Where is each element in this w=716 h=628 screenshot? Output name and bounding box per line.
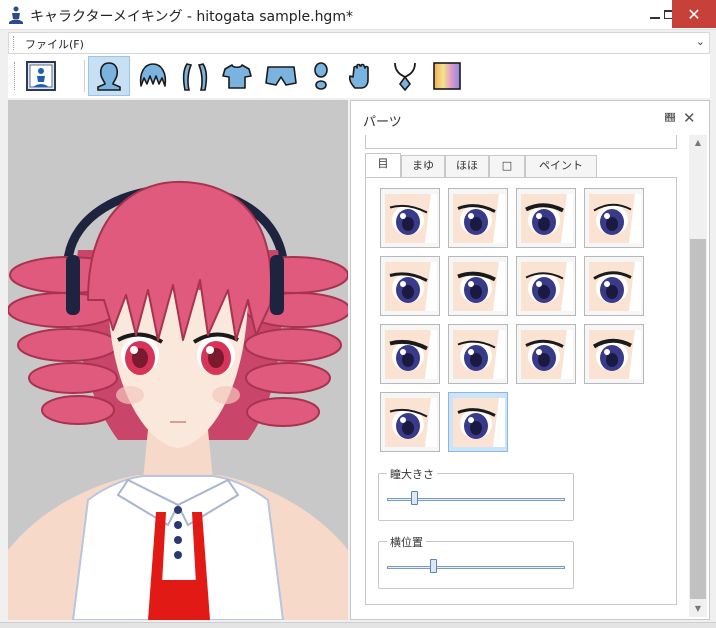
- pupil-size-thumb[interactable]: [410, 491, 418, 505]
- shirt-button[interactable]: [216, 56, 258, 96]
- tab-cheeks[interactable]: ほほ: [445, 155, 489, 177]
- eye-preview-icon: [521, 330, 573, 379]
- eye-preview-icon: [385, 194, 437, 243]
- eye-preview-icon: [521, 262, 573, 311]
- toolbar-grip: [14, 62, 17, 90]
- eye-variant-tile[interactable]: [448, 256, 508, 316]
- chevron-down-icon[interactable]: ⌄: [696, 35, 705, 48]
- parts-panel: パーツ 𝍘 ✕ 目 まゆ ほほ □ ペイント 瞳大きさ 横位置 ▲ ▼: [350, 100, 710, 620]
- app-icon: [9, 6, 23, 24]
- scroll-down-arrow-icon[interactable]: ▼: [689, 601, 707, 617]
- eye-preview-icon: [589, 262, 641, 311]
- eye-preview-icon: [453, 194, 505, 243]
- title-bar: キャラクターメイキング - hitogata sample.hgm* ✕: [0, 0, 716, 30]
- eye-preview-icon: [589, 330, 641, 379]
- pin-icon[interactable]: 𝍘: [665, 113, 675, 124]
- shoes-button[interactable]: [300, 56, 342, 96]
- horizontal-position-track[interactable]: [387, 566, 565, 569]
- eye-variant-tile[interactable]: [516, 256, 576, 316]
- eye-variant-tile[interactable]: [380, 188, 440, 248]
- hand-icon: [348, 63, 369, 89]
- pupil-size-group: 瞳大きさ: [378, 466, 574, 521]
- color-palette-button[interactable]: [426, 56, 468, 96]
- horizontal-position-label: 横位置: [387, 534, 426, 550]
- pants-icon: [265, 66, 297, 86]
- panel-close-icon[interactable]: ✕: [683, 109, 696, 127]
- character-viewport[interactable]: [8, 100, 348, 620]
- eye-variant-tile[interactable]: [516, 324, 576, 384]
- shirt-icon: [222, 64, 252, 89]
- eye-variant-tile[interactable]: [584, 188, 644, 248]
- window-title: キャラクターメイキング - hitogata sample.hgm*: [30, 9, 353, 25]
- eye-variant-tile[interactable]: [380, 324, 440, 384]
- eye-variant-tile[interactable]: [516, 188, 576, 248]
- menu-bar: ファイル(F) ⌄: [8, 32, 710, 54]
- back-hair-button[interactable]: [174, 56, 216, 96]
- menu-file[interactable]: ファイル(F): [25, 36, 84, 52]
- tab-paint[interactable]: ペイント: [525, 155, 597, 177]
- scroll-thumb[interactable]: [690, 239, 706, 599]
- tab-content-eyes: 瞳大きさ 横位置: [365, 177, 677, 605]
- eye-variant-tile[interactable]: [448, 324, 508, 384]
- status-strip: [0, 622, 716, 628]
- accessory-button[interactable]: [384, 56, 426, 96]
- accessory-icon: [394, 62, 416, 92]
- panel-title: パーツ: [363, 115, 402, 130]
- tab-square[interactable]: □: [489, 155, 525, 177]
- eye-preview-icon: [589, 194, 641, 243]
- eye-preview-icon: [385, 330, 437, 379]
- eye-preview-icon: [453, 398, 505, 447]
- hand-button[interactable]: [340, 56, 382, 96]
- horizontal-position-thumb[interactable]: [430, 559, 438, 573]
- eye-variant-tile[interactable]: [448, 188, 508, 248]
- head-button[interactable]: [88, 56, 130, 96]
- character-info-icon: [26, 61, 56, 91]
- tab-eyebrows[interactable]: まゆ: [401, 155, 445, 177]
- horizontal-position-group: 横位置: [378, 534, 574, 589]
- eye-preview-icon: [453, 330, 505, 379]
- head-icon: [97, 62, 121, 91]
- front-hair-icon: [139, 63, 167, 87]
- pants-button[interactable]: [260, 56, 302, 96]
- eye-preview-icon: [453, 262, 505, 311]
- color-palette-icon: [433, 62, 461, 90]
- toolbar-separator: [84, 60, 85, 92]
- tab-eyes[interactable]: 目: [365, 153, 401, 177]
- eye-variant-tile[interactable]: [448, 392, 508, 452]
- eye-preview-icon: [521, 194, 573, 243]
- eye-variant-tile[interactable]: [380, 392, 440, 452]
- eye-variant-tile[interactable]: [380, 256, 440, 316]
- back-hair-icon: [182, 63, 208, 91]
- close-button[interactable]: ✕: [672, 0, 716, 28]
- eye-preview-icon: [385, 262, 437, 311]
- toolbar: [8, 54, 710, 98]
- character-render: [8, 180, 348, 620]
- scroll-up-arrow-icon[interactable]: ▲: [689, 135, 707, 151]
- eye-preview-icon: [385, 398, 437, 447]
- eye-variant-tile[interactable]: [584, 324, 644, 384]
- panel-scrollbar[interactable]: ▲ ▼: [689, 135, 707, 617]
- close-icon: ✕: [687, 4, 701, 24]
- eye-variant-tile[interactable]: [584, 256, 644, 316]
- front-hair-button[interactable]: [132, 56, 174, 96]
- shoes-icon: [314, 62, 328, 90]
- pupil-size-label: 瞳大きさ: [387, 466, 437, 482]
- menu-grip: [13, 36, 16, 50]
- character-info-button[interactable]: [20, 56, 62, 96]
- panel-header-frame: [365, 135, 677, 149]
